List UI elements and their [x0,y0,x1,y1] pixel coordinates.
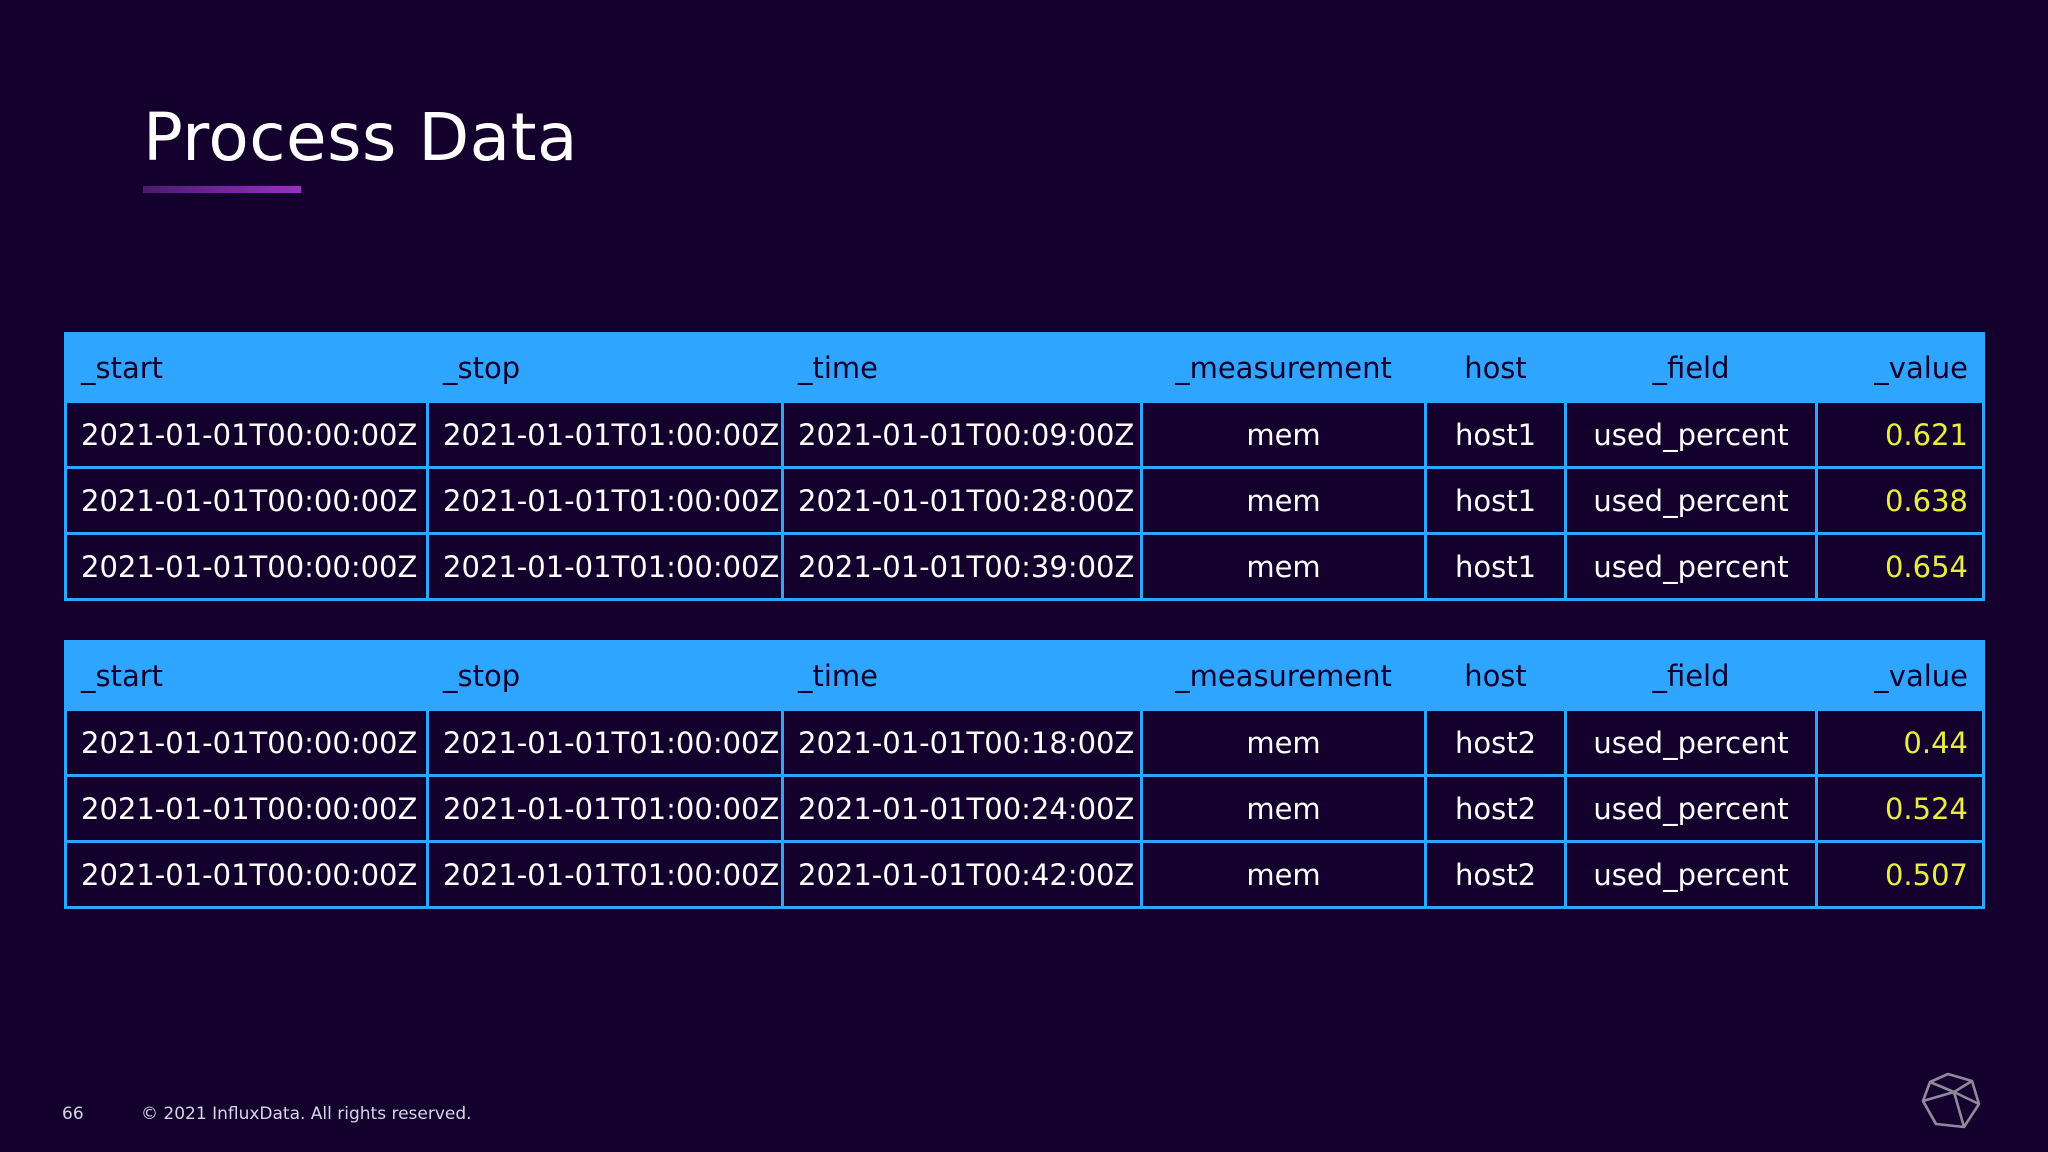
cell-measurement: mem [1140,466,1427,535]
cell-value: 0.44 [1815,708,1985,777]
column-header-value: _value [1815,332,1985,403]
column-header-start: _start [64,332,429,403]
cell-host: host1 [1424,466,1567,535]
column-header-stop: _stop [426,332,784,403]
table-row: 2021-01-01T00:00:00Z 2021-01-01T01:00:00… [64,774,1985,843]
data-table-host2: _start _stop _time _measurement host _fi… [64,640,1985,909]
cell-host: host1 [1424,532,1567,601]
title-underline [143,186,301,193]
data-table-host1: _start _stop _time _measurement host _fi… [64,332,1985,601]
column-header-measurement: _measurement [1140,640,1427,711]
cell-value: 0.621 [1815,400,1985,469]
cell-value: 0.507 [1815,840,1985,909]
cell-stop: 2021-01-01T01:00:00Z [426,708,784,777]
cell-value: 0.638 [1815,466,1985,535]
footer-copyright: © 2021 InfluxData. All rights reserved. [141,1104,472,1124]
cell-value: 0.524 [1815,774,1985,843]
cell-start: 2021-01-01T00:00:00Z [64,400,429,469]
table-row: 2021-01-01T00:00:00Z 2021-01-01T01:00:00… [64,532,1985,601]
cell-time: 2021-01-01T00:28:00Z [781,466,1143,535]
table-row: 2021-01-01T00:00:00Z 2021-01-01T01:00:00… [64,840,1985,909]
cell-measurement: mem [1140,840,1427,909]
cell-stop: 2021-01-01T01:00:00Z [426,400,784,469]
table-header-row: _start _stop _time _measurement host _fi… [64,332,1985,403]
cell-time: 2021-01-01T00:42:00Z [781,840,1143,909]
cell-host: host2 [1424,840,1567,909]
cell-start: 2021-01-01T00:00:00Z [64,532,429,601]
cell-start: 2021-01-01T00:00:00Z [64,466,429,535]
cell-host: host2 [1424,708,1567,777]
cell-stop: 2021-01-01T01:00:00Z [426,774,784,843]
cell-measurement: mem [1140,708,1427,777]
cell-time: 2021-01-01T00:18:00Z [781,708,1143,777]
column-header-host: host [1424,640,1567,711]
column-header-time: _time [781,640,1143,711]
cell-start: 2021-01-01T00:00:00Z [64,840,429,909]
column-header-host: host [1424,332,1567,403]
column-header-measurement: _measurement [1140,332,1427,403]
cell-start: 2021-01-01T00:00:00Z [64,708,429,777]
column-header-time: _time [781,332,1143,403]
slide-page-number: 66 [62,1104,84,1124]
cell-field: used_percent [1564,840,1818,909]
table-header-row: _start _stop _time _measurement host _fi… [64,640,1985,711]
cell-start: 2021-01-01T00:00:00Z [64,774,429,843]
column-header-field: _field [1564,332,1818,403]
cell-field: used_percent [1564,466,1818,535]
column-header-start: _start [64,640,429,711]
cell-field: used_percent [1564,532,1818,601]
cell-time: 2021-01-01T00:39:00Z [781,532,1143,601]
influxdata-cube-icon [1921,1072,1981,1129]
table-row: 2021-01-01T00:00:00Z 2021-01-01T01:00:00… [64,466,1985,535]
cell-field: used_percent [1564,400,1818,469]
cell-stop: 2021-01-01T01:00:00Z [426,466,784,535]
cell-host: host2 [1424,774,1567,843]
column-header-value: _value [1815,640,1985,711]
cell-measurement: mem [1140,774,1427,843]
cell-field: used_percent [1564,708,1818,777]
column-header-field: _field [1564,640,1818,711]
cell-host: host1 [1424,400,1567,469]
cell-field: used_percent [1564,774,1818,843]
cell-stop: 2021-01-01T01:00:00Z [426,840,784,909]
cell-time: 2021-01-01T00:09:00Z [781,400,1143,469]
cell-time: 2021-01-01T00:24:00Z [781,774,1143,843]
column-header-stop: _stop [426,640,784,711]
cell-value: 0.654 [1815,532,1985,601]
slide-title: Process Data [143,99,578,176]
cell-stop: 2021-01-01T01:00:00Z [426,532,784,601]
cell-measurement: mem [1140,532,1427,601]
cell-measurement: mem [1140,400,1427,469]
table-row: 2021-01-01T00:00:00Z 2021-01-01T01:00:00… [64,708,1985,777]
table-row: 2021-01-01T00:00:00Z 2021-01-01T01:00:00… [64,400,1985,469]
